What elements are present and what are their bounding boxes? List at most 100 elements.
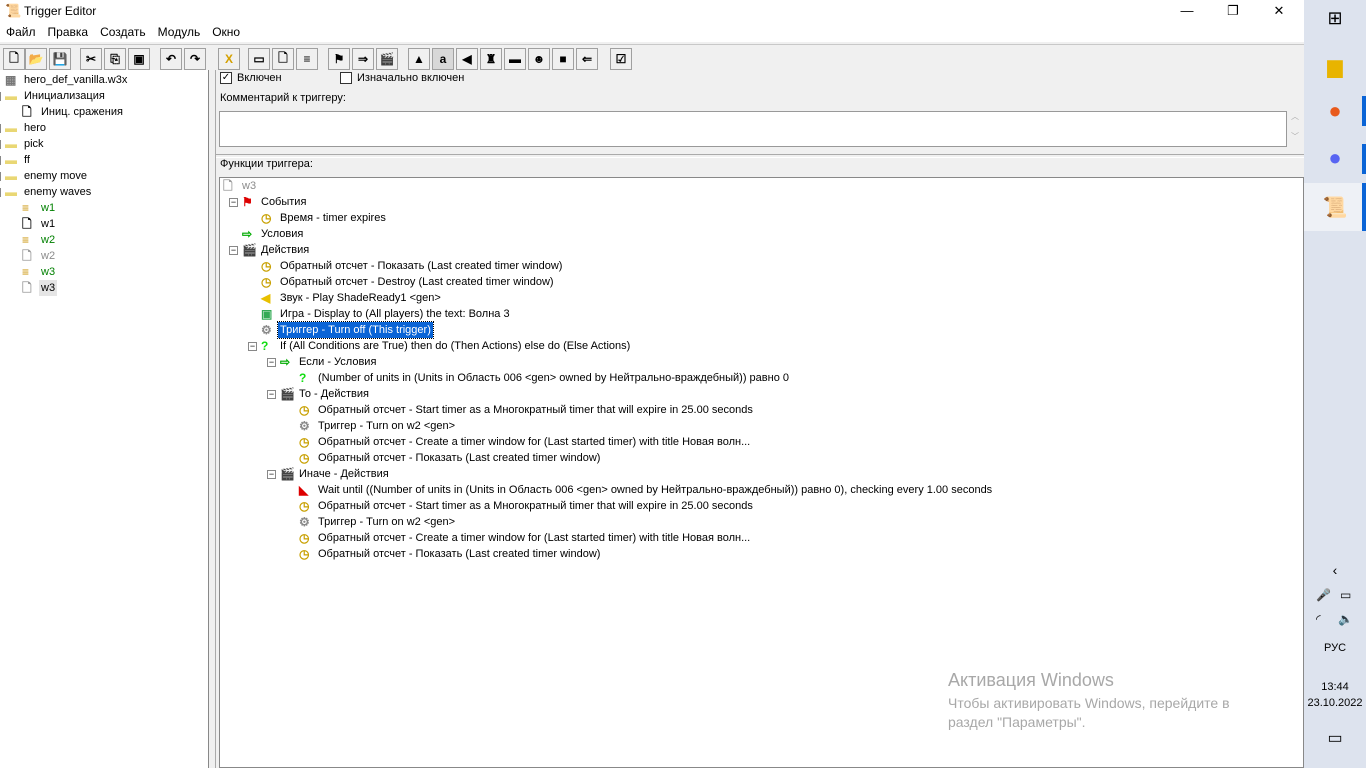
new-condition-icon[interactable]: ⇒ — [352, 48, 374, 70]
unit-editor-icon[interactable]: a — [432, 48, 454, 70]
volume-icon[interactable]: 🔈 — [1338, 612, 1353, 626]
tree-item[interactable]: ◷ Обратный отсчет - Показать (Last create… — [220, 546, 1303, 562]
tree-item[interactable]: ≡ w3 — [0, 264, 208, 280]
tree-item[interactable]: ⚙ Триггер - Turn off (This trigger) — [220, 321, 1303, 339]
divider[interactable] — [216, 154, 1304, 158]
show-hidden-icons-icon[interactable]: ‹ — [1304, 562, 1366, 578]
import-manager-icon[interactable]: ■ — [552, 48, 574, 70]
tree-item[interactable]: ◀ Звук - Play ShadeReady1 <gen> — [220, 290, 1303, 306]
expand-icon[interactable]: + — [0, 172, 1, 181]
test-map-icon[interactable]: ⇐ — [576, 48, 598, 70]
comment-textarea[interactable] — [219, 111, 1287, 147]
menu-2[interactable]: Создать — [94, 22, 152, 39]
expand-icon[interactable]: + — [0, 124, 1, 133]
new-category-icon[interactable]: ▭ — [248, 48, 270, 70]
tree-item[interactable]: ◷ Обратный отсчет - Start timer as a Мног… — [220, 402, 1303, 418]
redo-icon[interactable]: ↷ — [184, 48, 206, 70]
cut-icon[interactable]: ✂ — [80, 48, 102, 70]
tree-item[interactable]: ▦ hero_def_vanilla.w3x — [0, 72, 208, 88]
tree-item[interactable]: ◷ Обратный отсчет - Показать (Last create… — [220, 450, 1303, 466]
tree-item[interactable]: − 🎬 То - Действия — [220, 386, 1303, 402]
open-icon[interactable]: 📂 — [25, 48, 47, 70]
tree-item[interactable]: ≡ w1 — [0, 200, 208, 216]
copy-icon[interactable]: ⎘ — [104, 48, 126, 70]
clock-date[interactable]: 23.10.2022 — [1304, 697, 1366, 709]
tree-item[interactable]: 🗋 Иниц. сражения — [0, 104, 208, 120]
new-trigger-icon[interactable]: 🗋 — [272, 48, 294, 70]
tree-item[interactable]: ◷ Обратный отсчет - Start timer as a Мног… — [220, 498, 1303, 514]
new-icon[interactable]: 🗋 — [3, 48, 25, 70]
new-event-icon[interactable]: ⚑ — [328, 48, 350, 70]
splitter[interactable] — [209, 70, 216, 768]
tree-item[interactable]: + ▬ pick — [0, 136, 208, 152]
tree-item[interactable]: ◷ Обратный отсчет - Destroy (Last created… — [220, 274, 1303, 290]
tree-item[interactable]: − 🎬 Действия — [220, 242, 1303, 258]
trigger-tree-panel[interactable]: ▦hero_def_vanilla.w3x−▬Инициализация🗋Ини… — [0, 70, 209, 768]
start-windows-icon[interactable]: ⊞ — [1304, 8, 1366, 29]
tree-item[interactable]: − ⇨ Если - Условия — [220, 354, 1303, 370]
discord-icon[interactable]: ● — [1304, 145, 1366, 171]
clock-time[interactable]: 13:44 — [1304, 681, 1366, 693]
new-comment-icon[interactable]: ≡ — [296, 48, 318, 70]
wifi-icon[interactable]: ◜ — [1316, 612, 1321, 626]
tree-item[interactable]: 🗋 w2 — [0, 248, 208, 264]
tree-item[interactable]: −▬ Инициализация — [0, 88, 208, 104]
tree-item[interactable]: ⚙ Триггер - Turn on w2 <gen> — [220, 514, 1303, 530]
battery-icon[interactable]: ▭ — [1340, 588, 1351, 602]
collapse-icon[interactable]: − — [248, 342, 257, 351]
microphone-icon[interactable]: 🎤 — [1316, 588, 1331, 602]
expand-icon[interactable]: + — [0, 140, 1, 149]
terrain-editor-icon[interactable]: ▲ — [408, 48, 430, 70]
collapse-icon[interactable]: − — [267, 358, 276, 367]
firefox-icon[interactable]: ● — [1304, 98, 1366, 124]
object-editor-icon[interactable]: ♜ — [480, 48, 502, 70]
tree-item[interactable]: −▬ enemy waves — [0, 184, 208, 200]
collapse-icon[interactable]: − — [0, 92, 1, 101]
undo-icon[interactable]: ↶ — [160, 48, 182, 70]
tree-item[interactable]: − 🎬 Иначе - Действия — [220, 466, 1303, 482]
tree-item[interactable]: ? (Number of units in (Units in Область 0… — [220, 370, 1303, 386]
tree-item[interactable]: ◷ Время - timer expires — [220, 210, 1303, 226]
new-action-icon[interactable]: 🎬 — [376, 48, 398, 70]
tree-item[interactable]: ⚙ Триггер - Turn on w2 <gen> — [220, 418, 1303, 434]
collapse-icon[interactable]: − — [229, 198, 238, 207]
tree-item[interactable]: ≡ w2 — [0, 232, 208, 248]
maximize-button[interactable]: ❐ — [1210, 0, 1256, 22]
tree-item[interactable]: ◷ Обратный отсчет - Create a timer window… — [220, 434, 1303, 450]
sound-editor-icon[interactable]: ◀ — [456, 48, 478, 70]
initially-on-checkbox[interactable] — [340, 72, 352, 84]
test-icon[interactable]: ☑ — [610, 48, 632, 70]
menu-3[interactable]: Модуль — [152, 22, 207, 39]
tree-item[interactable]: 🗋 w3 — [0, 280, 208, 296]
campaign-editor-icon[interactable]: ▬ — [504, 48, 526, 70]
tree-item[interactable]: − ⚑ События — [220, 194, 1303, 210]
close-button[interactable]: ✕ — [1256, 0, 1302, 22]
delete-icon[interactable]: X — [218, 48, 240, 70]
collapse-icon[interactable]: − — [267, 470, 276, 479]
collapse-icon[interactable]: − — [0, 188, 1, 197]
tree-item[interactable]: 🗋 w3 — [220, 178, 1303, 194]
tree-item[interactable]: ▣ Игра - Display to (All players) the tex… — [220, 306, 1303, 322]
tree-item[interactable]: ⇨ Условия — [220, 226, 1303, 242]
ai-editor-icon[interactable]: ☻ — [528, 48, 550, 70]
tree-item[interactable]: + ▬ enemy move — [0, 168, 208, 184]
language-indicator[interactable]: РУС — [1304, 642, 1366, 654]
enabled-checkbox[interactable]: ✓ — [220, 72, 232, 84]
collapse-icon[interactable]: − — [229, 246, 238, 255]
minimize-button[interactable]: — — [1164, 0, 1210, 22]
expand-icon[interactable]: + — [0, 156, 1, 165]
world-editor-taskbar-item[interactable]: 📜 — [1304, 183, 1366, 231]
comment-scrollbar[interactable]: ︿ ﹀ — [1288, 111, 1302, 147]
menu-0[interactable]: Файл — [0, 22, 42, 39]
tree-item[interactable]: ◷ Обратный отсчет - Показать (Last create… — [220, 258, 1303, 274]
file-explorer-icon[interactable]: ▆ — [1304, 54, 1366, 79]
menu-4[interactable]: Окно — [206, 22, 246, 39]
menu-1[interactable]: Правка — [42, 22, 95, 39]
collapse-icon[interactable]: − — [267, 390, 276, 399]
save-icon[interactable]: 💾 — [49, 48, 71, 70]
tree-item[interactable]: + ▬ hero — [0, 120, 208, 136]
paste-icon[interactable]: ▣ — [128, 48, 150, 70]
tree-item[interactable]: 🗋 w1 — [0, 216, 208, 232]
tree-item[interactable]: + ▬ ff — [0, 152, 208, 168]
tree-item[interactable]: −? If (All Conditions are True) then do (… — [220, 338, 1303, 354]
